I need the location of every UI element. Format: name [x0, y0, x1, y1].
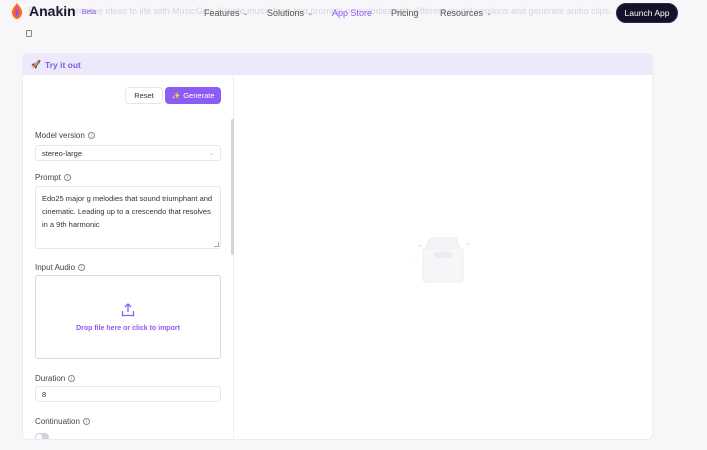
nav-app-store-label: App Store — [332, 8, 373, 18]
info-icon[interactable]: i — [87, 132, 95, 139]
empty-inbox-icon — [415, 237, 470, 283]
nav-features[interactable]: Features ⌄ — [204, 8, 267, 18]
nav-pricing[interactable]: Pricing — [391, 8, 440, 18]
model-version-label: Model version i — [35, 131, 95, 140]
dropzone-text: Drop file here or click to import — [76, 324, 180, 332]
nav-features-label: Features — [204, 8, 240, 18]
resize-handle-icon[interactable] — [214, 242, 219, 247]
document-icon[interactable] — [26, 30, 32, 37]
nav-app-store[interactable]: App Store — [332, 8, 391, 18]
prompt-value: Edo25 major g melodies that sound triump… — [42, 194, 213, 229]
nav-solutions-label: Solutions — [267, 8, 305, 18]
form-scrollbar[interactable] — [231, 119, 234, 255]
launch-app-button[interactable]: Launch App — [616, 3, 678, 23]
panel-title: Try it out — [44, 59, 81, 70]
prompt-textarea[interactable]: Edo25 major g melodies that sound triump… — [35, 186, 221, 249]
chevron-down-icon: ⌄ — [486, 10, 492, 17]
info-icon[interactable]: i — [63, 174, 71, 181]
brand-name: Anakin — [29, 3, 76, 19]
chevron-down-icon: ⌄ — [307, 10, 313, 17]
try-it-out-panel: 🚀 Try it out Reset ✨ Generate Model vers… — [22, 53, 653, 440]
info-icon[interactable]: i — [82, 418, 90, 425]
anakin-logo-icon — [11, 3, 23, 19]
input-audio-text: Input Audio — [35, 263, 76, 272]
continuation-label: Continuation i — [35, 417, 90, 426]
nav-pricing-label: Pricing — [391, 8, 419, 18]
reset-button[interactable]: Reset — [125, 87, 163, 104]
toggle-knob — [36, 434, 42, 439]
duration-input[interactable]: 8 — [35, 386, 221, 402]
rocket-icon: 🚀 — [31, 60, 41, 69]
model-version-select[interactable]: stereo-large ⌄ — [35, 145, 221, 161]
duration-label: Duration i — [35, 374, 76, 383]
duration-text: Duration — [35, 374, 66, 383]
model-version-text: Model version — [35, 131, 85, 140]
info-icon[interactable]: i — [68, 375, 76, 382]
chevron-down-icon: ⌄ — [208, 150, 214, 157]
nav-resources[interactable]: Resources ⌄ — [440, 8, 492, 18]
model-version-value: stereo-large — [42, 148, 83, 158]
prompt-label: Prompt i — [35, 173, 71, 182]
input-audio-label: Input Audio i — [35, 263, 86, 272]
brand[interactable]: Anakin Beta — [10, 3, 96, 19]
chevron-down-icon: ⌄ — [242, 10, 249, 17]
panel-header: 🚀 Try it out — [23, 54, 652, 75]
generate-label: Generate — [183, 91, 215, 100]
prompt-text: Prompt — [35, 173, 61, 182]
generate-button[interactable]: ✨ Generate — [165, 87, 221, 104]
upload-icon — [121, 302, 135, 316]
audio-dropzone[interactable]: Drop file here or click to import — [35, 275, 221, 359]
navbar: Anakin Beta Features ⌄ Solutions ⌄ App S… — [0, 0, 707, 26]
continuation-text: Continuation — [35, 417, 80, 426]
nav-resources-label: Resources — [440, 8, 484, 18]
beta-badge: Beta — [81, 9, 97, 16]
nav-solutions[interactable]: Solutions ⌄ — [267, 8, 332, 18]
form-column: Reset ✨ Generate Model version i stereo-… — [23, 75, 234, 439]
info-icon[interactable]: i — [78, 264, 86, 271]
nav-links: Features ⌄ Solutions ⌄ App Store Pricing… — [204, 8, 492, 18]
sparkle-icon: ✨ — [171, 92, 181, 100]
continuation-toggle[interactable] — [35, 433, 49, 439]
